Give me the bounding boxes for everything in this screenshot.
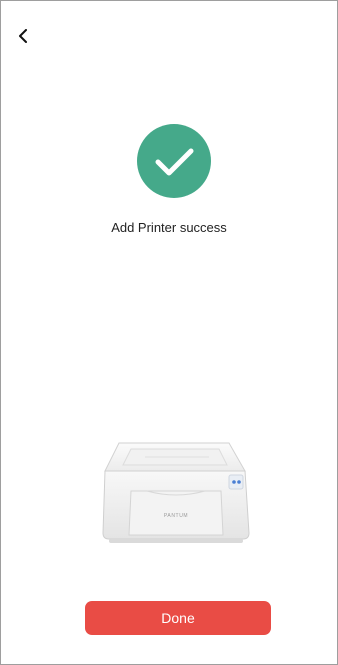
printer-brand-label: PANTUM	[164, 513, 188, 519]
check-circle-icon	[137, 124, 211, 198]
screen: Add Printer success PANTUM Done	[0, 0, 338, 665]
chevron-left-icon	[19, 29, 27, 43]
back-button[interactable]	[17, 21, 47, 51]
done-button[interactable]: Done	[85, 601, 271, 635]
printer-illustration: PANTUM	[102, 442, 250, 543]
success-message: Add Printer success	[111, 220, 227, 235]
